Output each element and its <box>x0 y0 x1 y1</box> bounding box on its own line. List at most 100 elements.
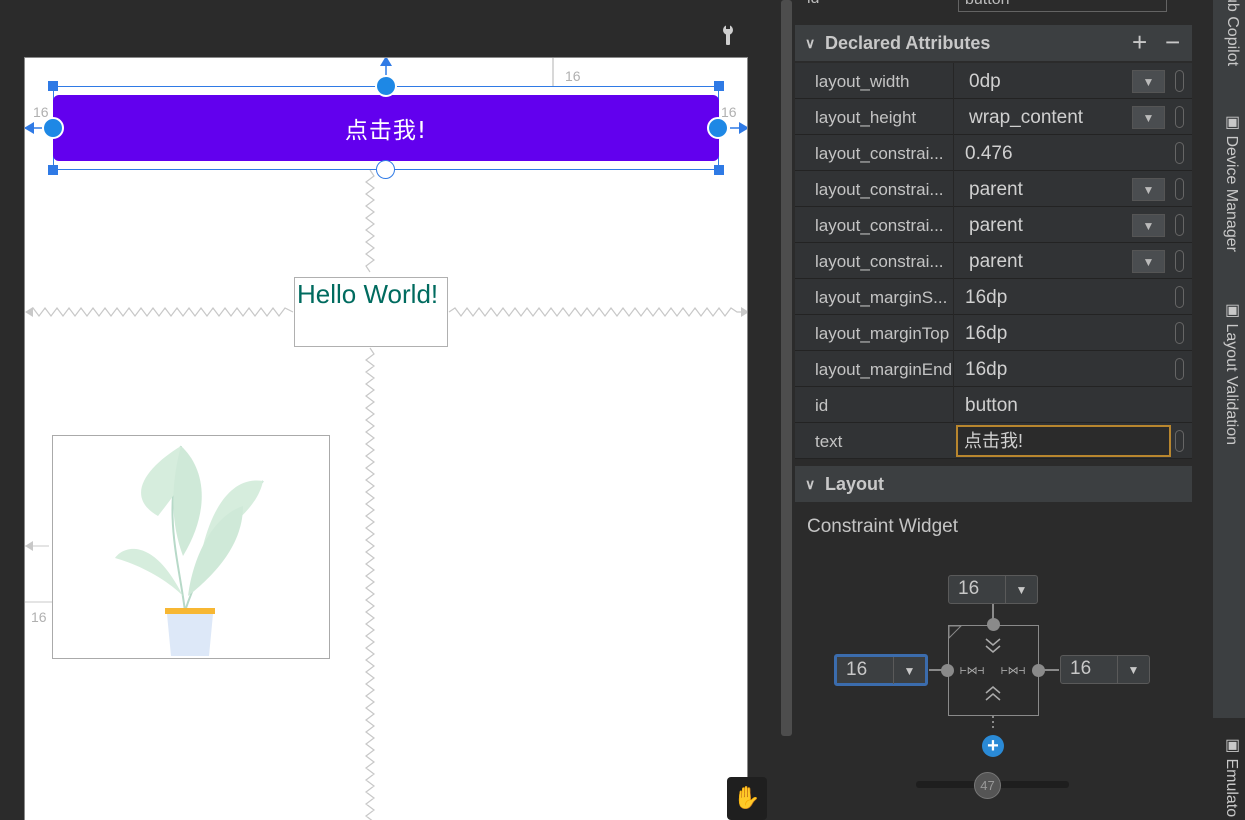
attribute-slot-icon[interactable] <box>1175 430 1184 452</box>
end-margin-dropdown[interactable]: 16 ▼ <box>1060 655 1150 684</box>
click-me-button[interactable]: 点击我! <box>53 95 719 161</box>
attribute-row-id[interactable]: id button <box>795 387 1192 423</box>
device-preview-canvas[interactable]: 16 16 16 16 点击我! Hello World! <box>24 57 748 820</box>
attribute-name: layout_width <box>815 72 910 91</box>
dropdown-arrow-icon[interactable]: ▼ <box>1132 178 1165 201</box>
column-divider <box>953 243 954 279</box>
attribute-slot-icon[interactable] <box>1175 322 1184 344</box>
canvas-scrollbar[interactable] <box>781 0 792 736</box>
start-margin-dropdown[interactable]: 16 ▼ <box>834 654 928 686</box>
column-divider <box>953 63 954 99</box>
attribute-name: text <box>815 432 843 451</box>
attribute-name: layout_constrai... <box>815 180 944 199</box>
constraint-dot-end[interactable] <box>1032 664 1045 677</box>
attribute-row-constraint-3[interactable]: layout_constrai... parent ▼ <box>795 243 1192 279</box>
attribute-value[interactable]: parent <box>969 215 1023 237</box>
attribute-name: layout_constrai... <box>815 216 944 235</box>
attribute-row-margin-top[interactable]: layout_marginTop 16dp <box>795 315 1192 351</box>
attributes-panel: id button ∨ Declared Attributes + − layo… <box>795 0 1213 820</box>
column-divider <box>953 387 954 423</box>
tab-copilot[interactable]: ub Copilot <box>1217 0 1241 66</box>
plant-imageview[interactable] <box>52 435 330 659</box>
top-margin-value: 16 <box>958 578 980 599</box>
constraint-dot-start[interactable] <box>941 664 954 677</box>
emulator-icon: ▣ <box>1223 735 1240 759</box>
attribute-slot-icon[interactable] <box>1175 250 1184 272</box>
layout-validation-icon: ▣ <box>1223 300 1240 324</box>
declared-attributes-table: layout_width 0dp ▼ layout_height wrap_co… <box>795 63 1192 459</box>
column-divider <box>953 315 954 351</box>
layout-section-title: Layout <box>825 473 885 494</box>
attribute-slot-icon[interactable] <box>1175 214 1184 236</box>
wrench-icon[interactable] <box>720 24 736 46</box>
resize-handle-top-left[interactable] <box>48 81 58 91</box>
attribute-slot-icon[interactable] <box>1175 286 1184 308</box>
attribute-value[interactable]: parent <box>969 251 1023 273</box>
id-field[interactable]: button <box>958 0 1167 12</box>
declared-attributes-title: Declared Attributes <box>825 32 991 53</box>
attribute-row-constraint-2[interactable]: layout_constrai... parent ▼ <box>795 207 1192 243</box>
constraint-widget-box <box>948 625 1039 716</box>
dropdown-arrow-icon: ▼ <box>1005 576 1037 603</box>
layout-validation-label: Layout Validation <box>1223 323 1240 446</box>
column-divider <box>953 207 954 243</box>
constraint-anchor-end[interactable] <box>707 117 729 139</box>
pan-hand-icon[interactable]: ✋ <box>727 777 767 820</box>
attribute-name: layout_marginS... <box>815 288 948 307</box>
dropdown-arrow-icon[interactable]: ▼ <box>1132 250 1165 273</box>
button-margin-top-label: 16 <box>565 68 581 84</box>
attribute-row-constraint-bias[interactable]: layout_constrai... 0.476 <box>795 135 1192 171</box>
chevron-down-icon: ∨ <box>805 475 816 492</box>
add-attribute-icon[interactable]: + <box>1132 25 1147 59</box>
attribute-row-layout-height[interactable]: layout_height wrap_content ▼ <box>795 99 1192 135</box>
android-studio-layout-editor: 16 16 16 16 点击我! Hello World! ✋ ∨ Declar… <box>0 0 1245 820</box>
bias-slider-knob[interactable]: 47 <box>974 772 1001 799</box>
attribute-value[interactable]: 0dp <box>969 71 1001 93</box>
tab-device-manager[interactable]: ▣ Device Manager <box>1217 112 1241 252</box>
attribute-slot-icon[interactable] <box>1175 142 1184 164</box>
emulator-label: Emulato <box>1223 758 1240 818</box>
remove-attribute-icon[interactable]: − <box>1165 25 1180 59</box>
constraint-widget-title: Constraint Widget <box>807 516 959 537</box>
dropdown-arrow-icon[interactable]: ▼ <box>1132 214 1165 237</box>
declared-attributes-header[interactable]: ∨ Declared Attributes + − <box>795 25 1192 61</box>
resize-handle-top-right[interactable] <box>714 81 724 91</box>
design-canvas-area: 16 16 16 16 点击我! Hello World! ✋ <box>0 0 780 820</box>
dropdown-arrow-icon: ▼ <box>1117 656 1149 683</box>
attribute-value[interactable]: button <box>965 395 1018 417</box>
attribute-slot-icon[interactable] <box>1175 106 1184 128</box>
attribute-row-margin-start[interactable]: layout_marginS... 16dp <box>795 279 1192 315</box>
attribute-row-margin-end[interactable]: layout_marginEnd 16dp <box>795 351 1192 387</box>
hello-world-text[interactable]: Hello World! <box>297 279 438 310</box>
attribute-value[interactable]: 0.476 <box>965 143 1013 165</box>
start-margin-value: 16 <box>846 659 868 680</box>
add-constraint-icon[interactable]: + <box>982 735 1004 757</box>
constraint-anchor-bottom[interactable] <box>376 160 395 179</box>
attribute-row-layout-width[interactable]: layout_width 0dp ▼ <box>795 63 1192 99</box>
layout-section-header[interactable]: ∨ Layout <box>795 466 1192 502</box>
text-attribute-input[interactable]: 点击我! <box>956 425 1171 457</box>
attribute-slot-icon[interactable] <box>1175 358 1184 380</box>
constraint-anchor-start[interactable] <box>42 117 64 139</box>
chevron-down-icon: ∨ <box>805 34 816 51</box>
attribute-value[interactable]: 16dp <box>965 323 1007 345</box>
resize-handle-bottom-right[interactable] <box>714 165 724 175</box>
tab-layout-validation[interactable]: ▣ Layout Validation <box>1217 300 1241 445</box>
device-manager-label: Device Manager <box>1223 135 1240 252</box>
attribute-slot-icon[interactable] <box>1175 178 1184 200</box>
constraint-anchor-top[interactable] <box>375 75 397 97</box>
dropdown-arrow-icon[interactable]: ▼ <box>1132 70 1165 93</box>
tab-emulator[interactable]: ▣ Emulato <box>1217 735 1241 817</box>
attribute-value[interactable]: wrap_content <box>969 107 1083 129</box>
attribute-row-constraint-1[interactable]: layout_constrai... parent ▼ <box>795 171 1192 207</box>
attribute-slot-icon[interactable] <box>1175 70 1184 92</box>
constraint-dot-top[interactable] <box>987 618 1000 631</box>
attribute-value[interactable]: 16dp <box>965 359 1007 381</box>
dropdown-arrow-icon[interactable]: ▼ <box>1132 106 1165 129</box>
id-label: id <box>807 0 819 8</box>
resize-handle-bottom-left[interactable] <box>48 165 58 175</box>
attribute-value[interactable]: 16dp <box>965 287 1007 309</box>
attribute-value[interactable]: parent <box>969 179 1023 201</box>
button-margin-start-label: 16 <box>33 104 49 120</box>
attribute-row-text[interactable]: text 点击我! <box>795 423 1192 459</box>
